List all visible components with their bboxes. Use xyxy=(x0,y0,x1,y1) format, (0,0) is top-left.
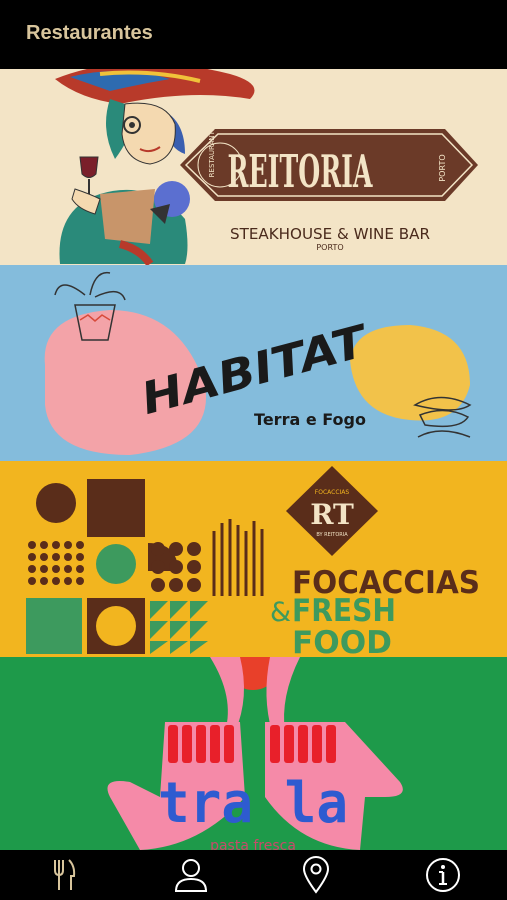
reitoria-logo-name: REITORIA xyxy=(228,145,374,198)
restaurant-card-reitoria[interactable]: RESTAURANTE REITORIA PORTO STEAKHOUSE & … xyxy=(0,69,507,265)
restaurant-card-rt-focaccias[interactable]: FOCACCIAS RT BY REITORIA FOCACCIAS & FRE… xyxy=(0,461,507,657)
reitoria-badge-right: PORTO xyxy=(438,154,447,181)
rt-title-line3: FOOD xyxy=(292,625,392,657)
reitoria-subtitle: STEAKHOUSE & WINE BAR xyxy=(230,225,430,243)
page-title: Restaurantes xyxy=(26,22,153,44)
reitoria-location: PORTO xyxy=(316,243,343,252)
app-screen: Restaurantes RESTAURANTE REITORIA PORTO … xyxy=(0,0,507,900)
tra-la-subtitle: pasta fresca xyxy=(210,838,296,850)
map-pin-icon xyxy=(302,856,330,894)
top-header: Restaurantes xyxy=(0,0,507,69)
tab-locations[interactable] xyxy=(286,850,346,900)
rt-focaccias-artwork: FOCACCIAS RT BY REITORIA FOCACCIAS & FRE… xyxy=(26,466,480,657)
tab-profile[interactable] xyxy=(161,850,221,900)
rt-badge-top: FOCACCIAS xyxy=(315,489,350,496)
user-icon xyxy=(174,859,208,892)
reitoria-artwork: RESTAURANTE REITORIA PORTO STEAKHOUSE & … xyxy=(55,69,478,265)
rt-title-amp: & xyxy=(270,597,291,628)
tra-la-logo-name: tra la xyxy=(158,771,348,836)
tab-info[interactable] xyxy=(413,850,473,900)
rt-badge-letters: RT xyxy=(310,498,354,531)
fork-knife-icon xyxy=(54,859,76,890)
tab-restaurants[interactable] xyxy=(35,850,95,900)
restaurant-card-habitat[interactable]: HABITAT Terra e Fogo xyxy=(0,265,507,461)
restaurant-card-tra-la[interactable]: tra la pasta fresca xyxy=(0,657,507,850)
rt-title-line2: FRESH xyxy=(292,593,396,629)
rt-badge-bottom: BY REITORIA xyxy=(316,532,348,538)
tra-la-artwork: tra la pasta fresca xyxy=(107,657,403,850)
info-icon xyxy=(426,858,460,892)
reitoria-badge-left: RESTAURANTE xyxy=(208,127,216,178)
habitat-subtitle: Terra e Fogo xyxy=(254,410,366,429)
bottom-tab-bar xyxy=(0,850,507,900)
habitat-artwork: HABITAT Terra e Fogo xyxy=(44,271,472,455)
